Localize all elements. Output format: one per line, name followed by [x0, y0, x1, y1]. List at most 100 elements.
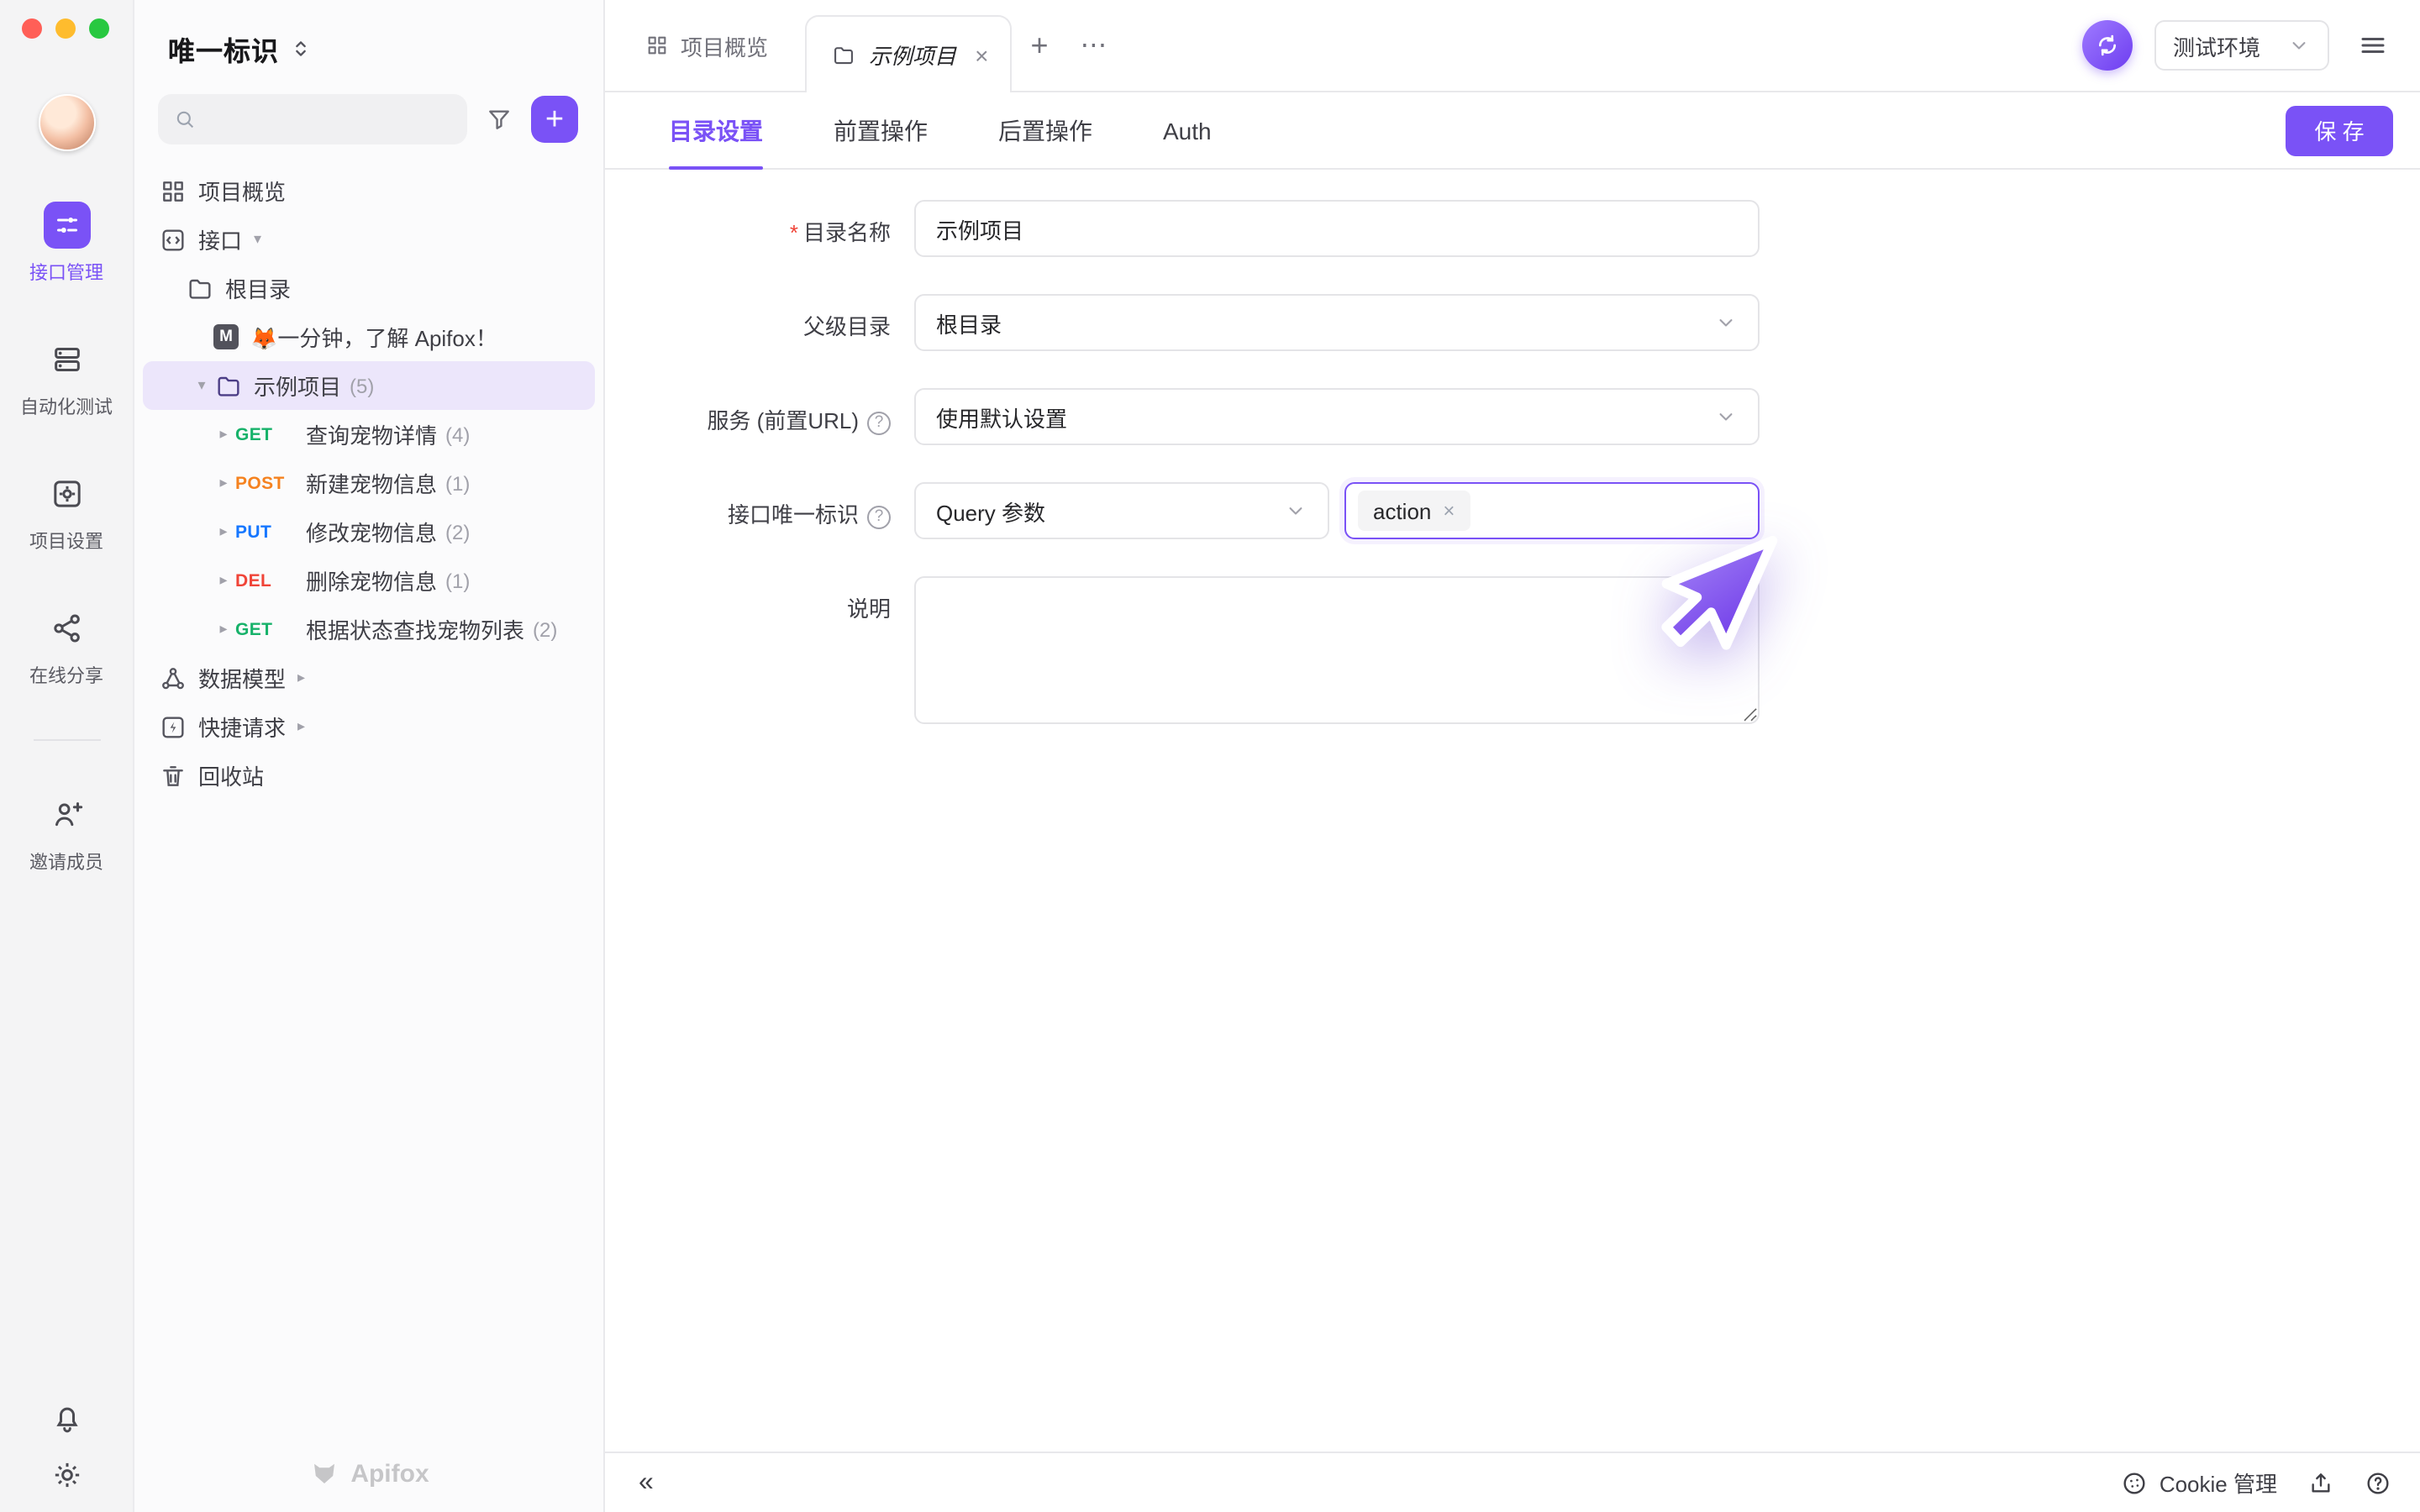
user-avatar[interactable]: [38, 94, 95, 151]
environment-value: 测试环境: [2173, 29, 2260, 61]
chevron-right-icon[interactable]: ▸: [212, 571, 235, 590]
tree-item-label: 回收站: [198, 759, 264, 791]
folder-icon: [185, 274, 213, 302]
tab-sample-project-active[interactable]: 示例项目 ×: [805, 15, 1012, 92]
chevron-down-icon: [1714, 405, 1738, 428]
rail-item-online-share[interactable]: 在线分享: [29, 605, 103, 689]
form-row-description: 说明: [605, 576, 2420, 724]
project-title: 唯一标识: [168, 29, 279, 69]
api-icon: [158, 225, 187, 254]
search-box[interactable]: [158, 94, 467, 144]
select-value: 使用默认设置: [936, 401, 1067, 433]
new-tab-button[interactable]: +: [1012, 28, 1066, 63]
api-tree: 项目概览 接口 ▾ 根目录 M 🦊一分钟，了解 Apifox！ ▾ 示例项目 (…: [134, 166, 603, 1512]
folder-name-input[interactable]: [936, 216, 1738, 241]
tree-item-apis[interactable]: 接口 ▾: [134, 215, 603, 264]
settings-gear-icon[interactable]: [50, 1458, 83, 1492]
tab-pre-operations[interactable]: 前置操作: [834, 92, 928, 168]
tree-item-post-create-pet[interactable]: ▸ POST 新建宠物信息 (1): [134, 459, 603, 507]
select-value: Query 参数: [936, 495, 1045, 527]
grid-icon: [158, 176, 187, 205]
help-icon[interactable]: ?: [867, 506, 891, 529]
chevron-down-icon: [1714, 311, 1738, 334]
folder-subtabs: 目录设置 前置操作 后置操作 Auth 保 存: [605, 92, 2420, 170]
rail-item-label: 自动化测试: [20, 393, 113, 420]
cookie-manager-button[interactable]: Cookie 管理: [2121, 1467, 2277, 1499]
tree-item-count: (1): [445, 569, 470, 592]
sidebar-toolbar: +: [134, 69, 603, 144]
folder-name-field: [914, 200, 1760, 257]
chevron-right-icon[interactable]: ▸: [297, 669, 305, 687]
collapse-sidebar-icon[interactable]: «: [639, 1467, 654, 1498]
main-area: 项目概览 示例项目 × + ⋯ 测试环境 目录设: [605, 0, 2420, 1512]
rail-item-label: 在线分享: [29, 662, 103, 689]
environment-select[interactable]: 测试环境: [2154, 20, 2329, 71]
export-share-icon[interactable]: [2307, 1469, 2334, 1496]
tree-item-recycle-bin[interactable]: 回收站: [134, 751, 603, 800]
help-icon[interactable]: [2365, 1469, 2391, 1496]
add-button[interactable]: +: [531, 96, 578, 143]
tree-item-label: 修改宠物信息: [306, 516, 437, 548]
tree-item-data-models[interactable]: 数据模型 ▸: [134, 654, 603, 702]
tree-item-intro-doc[interactable]: M 🦊一分钟，了解 Apifox！: [134, 312, 603, 361]
identity-type-select[interactable]: Query 参数: [914, 482, 1329, 539]
tree-item-count: (5): [350, 374, 374, 397]
project-switcher[interactable]: 唯一标识: [134, 0, 603, 69]
parent-folder-select[interactable]: 根目录: [914, 294, 1760, 351]
identity-params-tag-input[interactable]: action ×: [1344, 482, 1760, 539]
rail-item-project-settings[interactable]: 项目设置: [29, 470, 103, 554]
chevron-down-icon: [2287, 34, 2311, 57]
rail-item-api-management[interactable]: 接口管理: [29, 202, 103, 286]
rail-item-automated-testing[interactable]: 自动化测试: [20, 336, 113, 420]
save-button[interactable]: 保 存: [2286, 105, 2393, 155]
tree-item-quick-request[interactable]: 快捷请求 ▸: [134, 702, 603, 751]
search-input[interactable]: [207, 107, 452, 132]
chevron-right-icon[interactable]: ▸: [212, 620, 235, 638]
chevron-right-icon[interactable]: ▸: [212, 474, 235, 492]
more-tabs-icon[interactable]: ⋯: [1066, 29, 1123, 62]
field-label: 说明: [605, 576, 891, 724]
markdown-icon: M: [213, 324, 239, 349]
notifications-bell-icon[interactable]: [50, 1401, 83, 1435]
service-base-url-select[interactable]: 使用默认设置: [914, 388, 1760, 445]
apifox-logo: Apifox: [134, 1458, 603, 1488]
chevron-right-icon[interactable]: ▸: [212, 522, 235, 541]
zoom-window-button[interactable]: [89, 18, 109, 39]
tab-project-overview[interactable]: 项目概览: [629, 29, 785, 61]
chevron-down-icon[interactable]: ▾: [190, 376, 213, 395]
tree-item-get-pet-detail[interactable]: ▸ GET 查询宠物详情 (4): [134, 410, 603, 459]
tree-item-root-folder[interactable]: 根目录: [134, 264, 603, 312]
automated-testing-icon: [43, 336, 90, 383]
close-tab-icon[interactable]: ×: [975, 41, 988, 68]
rail-divider: [33, 739, 100, 741]
remove-tag-icon[interactable]: ×: [1443, 499, 1455, 522]
close-window-button[interactable]: [22, 18, 42, 39]
description-textarea[interactable]: [914, 576, 1760, 724]
tree-item-sample-project[interactable]: ▾ 示例项目 (5): [143, 361, 595, 410]
lightning-icon: [158, 712, 187, 741]
grid-icon: [645, 34, 669, 57]
subtab-label: Auth: [1163, 117, 1212, 144]
apifox-window: 接口管理 自动化测试 项目设置 在线分享 邀请成员 唯一标识: [0, 0, 2420, 1512]
tab-auth[interactable]: Auth: [1163, 92, 1212, 168]
chevron-right-icon[interactable]: ▸: [212, 425, 235, 444]
required-asterisk: *: [790, 220, 798, 245]
tree-item-get-pets-by-status[interactable]: ▸ GET 根据状态查找宠物列表 (2): [134, 605, 603, 654]
tab-post-operations[interactable]: 后置操作: [998, 92, 1092, 168]
field-label: 接口唯一标识?: [605, 482, 891, 539]
tab-folder-settings[interactable]: 目录设置: [669, 92, 763, 168]
chevron-down-icon[interactable]: ▾: [254, 230, 261, 249]
tree-item-project-overview[interactable]: 项目概览: [134, 166, 603, 215]
chevron-right-icon[interactable]: ▸: [297, 717, 305, 736]
status-bar: « Cookie 管理: [605, 1452, 2420, 1512]
sync-button[interactable]: [2082, 20, 2133, 71]
filter-icon[interactable]: [486, 106, 513, 133]
param-tag: action ×: [1358, 491, 1470, 531]
menu-icon[interactable]: [2351, 24, 2395, 67]
minimize-window-button[interactable]: [55, 18, 76, 39]
field-label: 父级目录: [605, 294, 891, 351]
tree-item-put-update-pet[interactable]: ▸ PUT 修改宠物信息 (2): [134, 507, 603, 556]
help-icon[interactable]: ?: [867, 412, 891, 435]
rail-item-invite-member[interactable]: 邀请成员: [29, 791, 103, 875]
tree-item-del-delete-pet[interactable]: ▸ DEL 删除宠物信息 (1): [134, 556, 603, 605]
